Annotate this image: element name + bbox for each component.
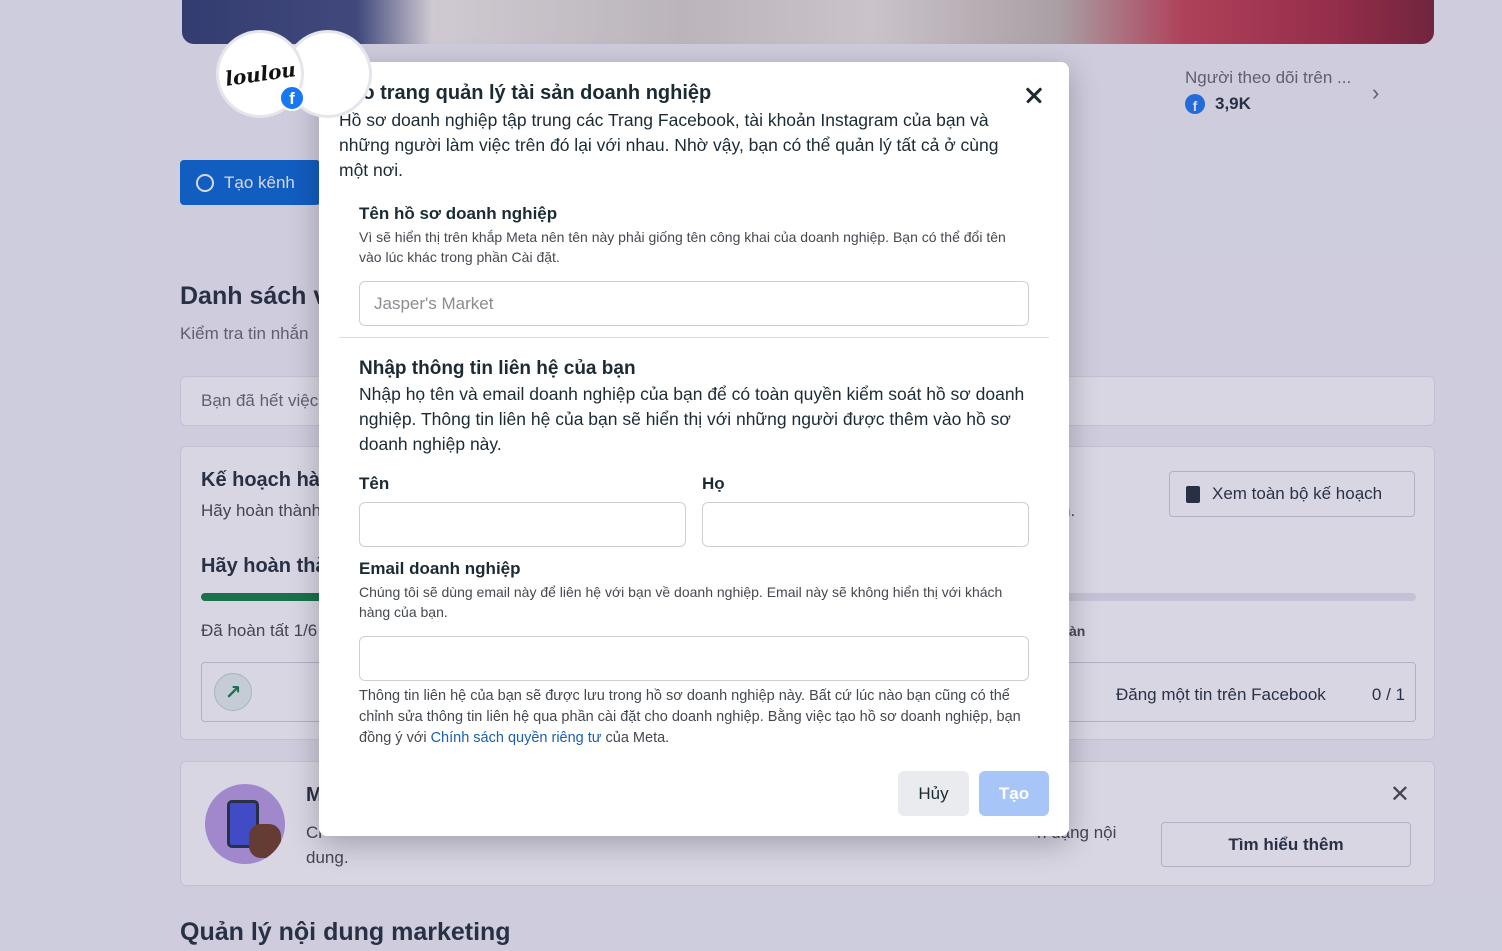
profile-avatar[interactable]: loulou f — [216, 30, 305, 118]
last-name-input[interactable] — [702, 502, 1029, 547]
dialog-intro: Hồ sơ doanh nghiệp tập trung các Trang F… — [339, 110, 999, 180]
business-email-input[interactable] — [359, 636, 1029, 681]
business-email-section: Email doanh nghiệp Chúng tôi sẽ dùng ema… — [359, 559, 1029, 681]
section-divider — [339, 337, 1049, 338]
contact-title: Nhập thông tin liên hệ của bạn — [359, 358, 636, 379]
first-name-group: Tên — [359, 474, 686, 547]
dialog-title: Tạo trang quản lý tài sản doanh nghiệp — [339, 82, 712, 104]
name-fields-row: Tên Họ — [359, 474, 1029, 547]
business-email-help: Chúng tôi sẽ dùng email này để liên hệ v… — [359, 584, 1003, 620]
first-name-input[interactable] — [359, 502, 686, 547]
cancel-button[interactable]: Hủy — [898, 771, 969, 816]
contact-section: Nhập thông tin liên hệ của bạn Nhập họ t… — [359, 358, 1029, 457]
business-name-input[interactable] — [359, 281, 1029, 326]
last-name-label: Họ — [702, 474, 725, 493]
business-email-label: Email doanh nghiệp — [359, 559, 521, 578]
first-name-label: Tên — [359, 474, 390, 493]
disclaimer-text-end: của Meta. — [601, 730, 670, 746]
contact-text: Nhập họ tên và email doanh nghiệp của bạ… — [359, 384, 1025, 454]
facebook-icon: f — [279, 85, 305, 111]
privacy-disclaimer: Thông tin liên hệ của bạn sẽ được lưu tr… — [359, 686, 1029, 749]
business-name-label: Tên hồ sơ doanh nghiệp — [359, 204, 558, 223]
business-name-section: Tên hồ sơ doanh nghiệp Vì sẽ hiển thị tr… — [359, 204, 1029, 326]
privacy-policy-link[interactable]: Chính sách quyền riêng tư — [431, 730, 602, 746]
create-business-portfolio-dialog: Tạo trang quản lý tài sản doanh nghiệp H… — [319, 62, 1069, 836]
last-name-group: Họ — [702, 474, 1029, 547]
create-button[interactable]: Tạo — [979, 771, 1049, 816]
business-name-help: Vì sẽ hiển thị trên khắp Meta nên tên nà… — [359, 229, 1006, 265]
close-icon[interactable] — [1019, 80, 1049, 110]
